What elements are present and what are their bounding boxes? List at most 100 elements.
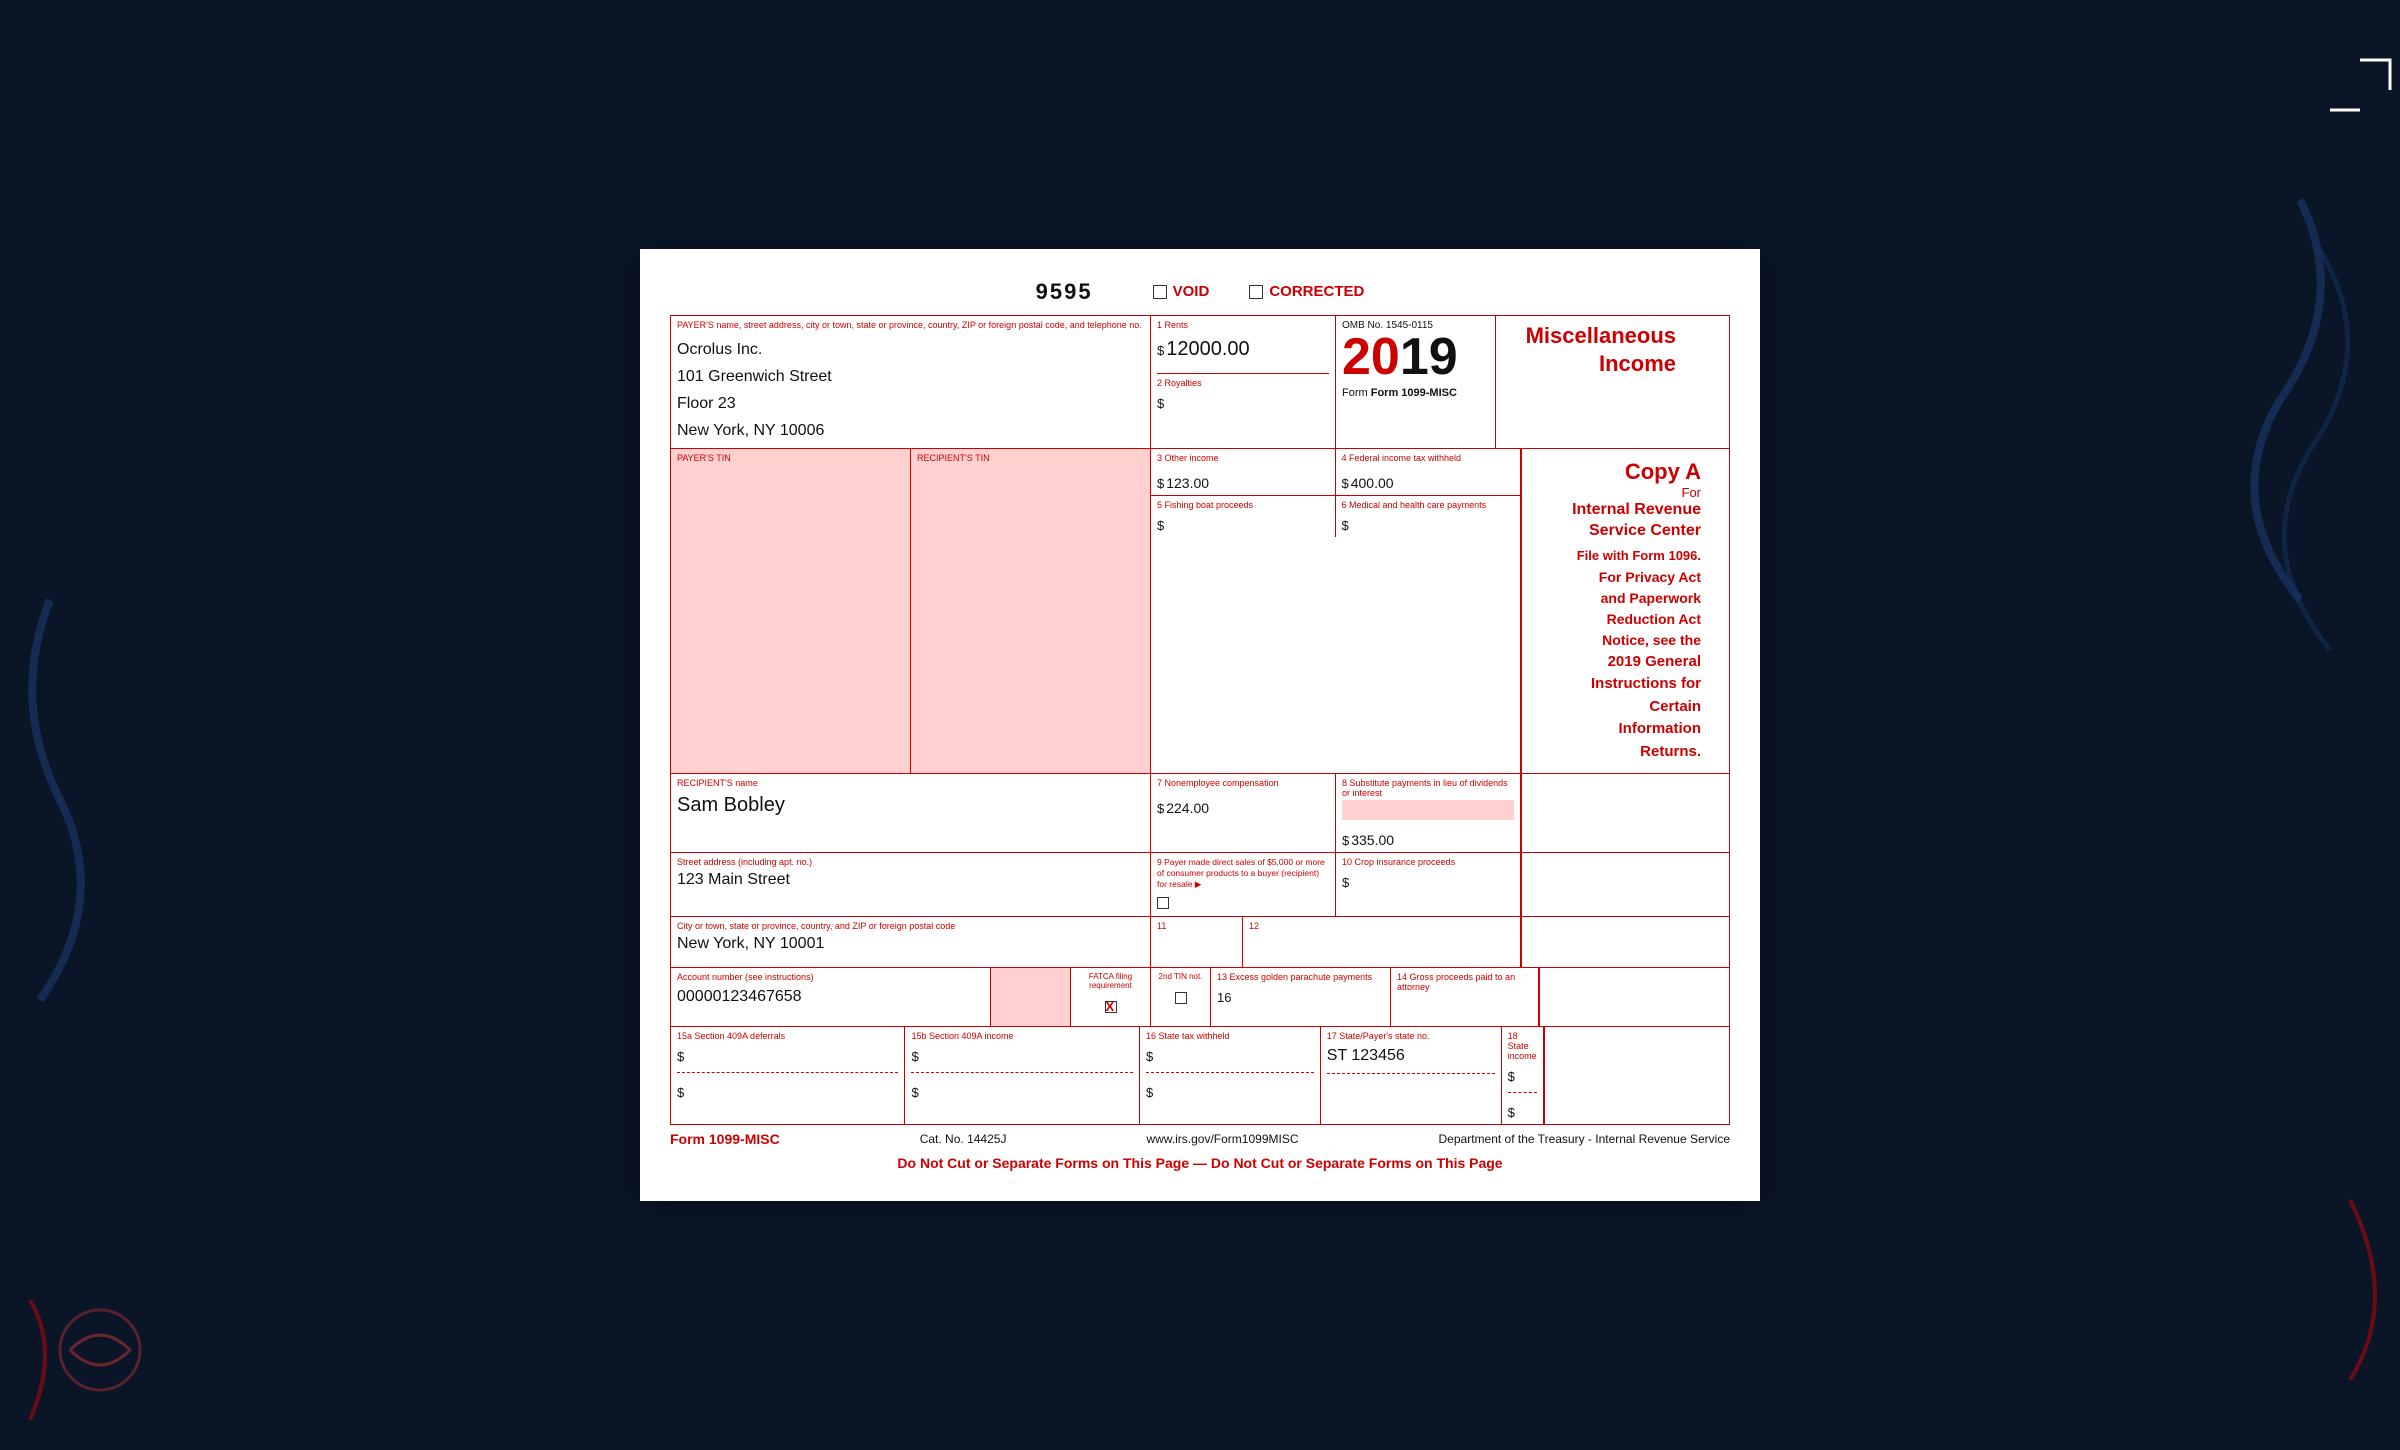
acct-pink-area bbox=[997, 972, 1064, 1022]
tin2nd-checkbox[interactable] bbox=[1175, 992, 1187, 1004]
fatca-label: FATCA filing requirement bbox=[1077, 972, 1144, 990]
row-4: Street address (including apt. no.) 123 … bbox=[671, 853, 1729, 917]
fatca-checkbox[interactable] bbox=[1105, 1001, 1117, 1013]
city-value: New York, NY 10001 bbox=[677, 933, 1144, 953]
box4-cell: 4 Federal income tax withheld $ 400.00 bbox=[1336, 449, 1521, 495]
box11-value bbox=[1157, 933, 1236, 963]
footer-dept: Department of the Treasury - Internal Re… bbox=[1439, 1132, 1730, 1146]
account-label: Account number (see instructions) bbox=[677, 972, 984, 982]
box8-cell: 8 Substitute payments in lieu of dividen… bbox=[1336, 774, 1521, 852]
year-display: 2019 bbox=[1342, 331, 1458, 383]
payer-tin-value[interactable] bbox=[677, 467, 904, 507]
payer-street: 101 Greenwich Street bbox=[677, 363, 1144, 390]
misc-income-panel: Miscellaneous Income bbox=[1496, 316, 1686, 449]
file-with: File with Form 1096. bbox=[1577, 548, 1701, 563]
payer-city: New York, NY 10006 bbox=[677, 417, 1144, 444]
tin2nd-label: 2nd TIN not. bbox=[1157, 972, 1204, 981]
corrected-checkbox-item[interactable]: CORRECTED bbox=[1249, 283, 1364, 300]
box15a-label: 15a Section 409A deferrals bbox=[677, 1031, 898, 1041]
payer-info-cell: PAYER'S name, street address, city or to… bbox=[671, 316, 1151, 449]
row-fishing-medical: 5 Fishing boat proceeds $ 6 Medical and … bbox=[1151, 496, 1520, 537]
box9-label: 9 Payer made direct sales of $5,000 or m… bbox=[1157, 857, 1329, 890]
box17-value: ST 123456 bbox=[1327, 1043, 1495, 1065]
box11-label: 11 bbox=[1157, 921, 1236, 931]
box7-cell: 7 Nonemployee compensation $ 224.00 bbox=[1151, 774, 1336, 852]
box5-cell: 5 Fishing boat proceeds $ bbox=[1151, 496, 1336, 537]
city-cell: City or town, state or province, country… bbox=[671, 917, 1151, 967]
payer-info-text: Ocrolus Inc. 101 Greenwich Street Floor … bbox=[677, 332, 1144, 445]
tin2nd-cell: 2nd TIN not. bbox=[1151, 968, 1211, 1026]
row-7: 15a Section 409A deferrals $ $ 15b Secti… bbox=[671, 1027, 1729, 1124]
row-3: RECIPIENT'S name Sam Bobley 7 Nonemploye… bbox=[671, 774, 1729, 853]
box8-highlight bbox=[1342, 800, 1514, 820]
form-label: Form 1099-MISC bbox=[1371, 387, 1457, 399]
box3-cell: 3 Other income $ 123.00 bbox=[1151, 449, 1336, 495]
recipient-tin-label: RECIPIENT'S TIN bbox=[917, 453, 1144, 463]
box16-label: 16 State tax withheld bbox=[1146, 1031, 1314, 1041]
box9-cell: 9 Payer made direct sales of $5,000 or m… bbox=[1151, 853, 1336, 916]
form-container: 9595 VOID CORRECTED PAYER'S name, street… bbox=[640, 249, 1760, 1202]
payer-name-label: PAYER'S name, street address, city or to… bbox=[677, 320, 1144, 330]
void-checkbox-item[interactable]: VOID bbox=[1153, 283, 1210, 300]
recipient-name-cell: RECIPIENT'S name Sam Bobley bbox=[671, 774, 1151, 852]
box17-label: 17 State/Payer's state no. bbox=[1327, 1031, 1495, 1041]
street-cell: Street address (including apt. no.) 123 … bbox=[671, 853, 1151, 916]
recipient-tin-value[interactable] bbox=[917, 467, 1144, 507]
form-footer: Form 1099-MISC Cat. No. 14425J www.irs.g… bbox=[670, 1127, 1730, 1151]
box6-label: 6 Medical and health care payments bbox=[1342, 500, 1515, 510]
privacy-text: For Privacy Act and Paperwork Reduction … bbox=[1591, 567, 1701, 764]
row-5: City or town, state or province, country… bbox=[671, 917, 1729, 968]
box1-value: 12000.00 bbox=[1166, 338, 1249, 361]
box11-cell: 11 bbox=[1151, 917, 1243, 967]
do-not-cut-label: Do Not Cut or Separate Forms on This Pag… bbox=[670, 1155, 1730, 1171]
box8-value: 335.00 bbox=[1351, 828, 1394, 848]
footer-cat: Cat. No. 14425J bbox=[920, 1132, 1007, 1146]
misc-income-title: Miscellaneous Income bbox=[1504, 322, 1676, 379]
tin2nd-checkbox-row bbox=[1157, 989, 1204, 1007]
row4-right-spacer bbox=[1521, 853, 1711, 916]
street-value: 123 Main Street bbox=[677, 869, 1144, 889]
box9-checkbox[interactable] bbox=[1157, 897, 1169, 909]
box18-second-row: $ bbox=[1508, 1092, 1537, 1120]
box3-value: 123.00 bbox=[1166, 471, 1209, 491]
box14-cell: 14 Gross proceeds paid to an attorney bbox=[1391, 968, 1539, 1026]
row5-right-spacer bbox=[1521, 917, 1711, 967]
box8-label: 8 Substitute payments in lieu of dividen… bbox=[1342, 778, 1514, 798]
box16-second-row: $ bbox=[1146, 1072, 1314, 1100]
form-body: PAYER'S name, street address, city or to… bbox=[670, 315, 1730, 1126]
box4-label: 4 Federal income tax withheld bbox=[1342, 453, 1515, 463]
box10-cell: 10 Crop insurance proceeds $ bbox=[1336, 853, 1521, 916]
row-6: Account number (see instructions) 000001… bbox=[671, 968, 1729, 1027]
irs-center-label: Internal Revenue Service Center bbox=[1530, 500, 1701, 542]
box12-label: 12 bbox=[1249, 921, 1514, 931]
box15b-second-row: $ bbox=[911, 1072, 1132, 1100]
footer-website: www.irs.gov/Form1099MISC bbox=[1146, 1132, 1298, 1146]
form-misc-label: Form Form 1099-MISC bbox=[1342, 383, 1457, 401]
void-checkbox[interactable] bbox=[1153, 285, 1167, 299]
box18-label: 18 State income bbox=[1508, 1031, 1537, 1061]
box14-label: 14 Gross proceeds paid to an attorney bbox=[1397, 972, 1532, 992]
box4-value: 400.00 bbox=[1351, 471, 1394, 491]
row6-right-spacer bbox=[1539, 968, 1729, 1026]
box7-label: 7 Nonemployee compensation bbox=[1157, 778, 1329, 788]
payer-tin-cell[interactable]: PAYER'S TIN bbox=[671, 449, 911, 773]
fatca-checkbox-row bbox=[1077, 998, 1144, 1016]
box7-value: 224.00 bbox=[1166, 796, 1209, 816]
box12-value bbox=[1249, 933, 1514, 963]
box15b-label: 15b Section 409A income bbox=[911, 1031, 1132, 1041]
year-20: 20 bbox=[1342, 331, 1400, 383]
box18-cell: 18 State income $ $ bbox=[1502, 1027, 1544, 1124]
corrected-checkbox[interactable] bbox=[1249, 285, 1263, 299]
recipient-tin-cell[interactable]: RECIPIENT'S TIN bbox=[911, 449, 1151, 773]
copy-a-for: For bbox=[1682, 485, 1702, 500]
fatca-cell: FATCA filing requirement bbox=[1071, 968, 1151, 1026]
form-number: 9595 bbox=[1036, 279, 1093, 305]
account-value: 00000123467658 bbox=[677, 984, 984, 1006]
account-cell: Account number (see instructions) 000001… bbox=[671, 968, 991, 1026]
year-19: 19 bbox=[1400, 331, 1458, 383]
void-corrected-row: VOID CORRECTED bbox=[1153, 283, 1365, 300]
box5-label: 5 Fishing boat proceeds bbox=[1157, 500, 1329, 510]
box1-rents-cell: 1 Rents $ 12000.00 2 Royalties $ bbox=[1151, 316, 1336, 449]
col-3-4: 3 Other income $ 123.00 4 Federal income… bbox=[1151, 449, 1521, 773]
form-top-header: 9595 VOID CORRECTED bbox=[670, 279, 1730, 305]
